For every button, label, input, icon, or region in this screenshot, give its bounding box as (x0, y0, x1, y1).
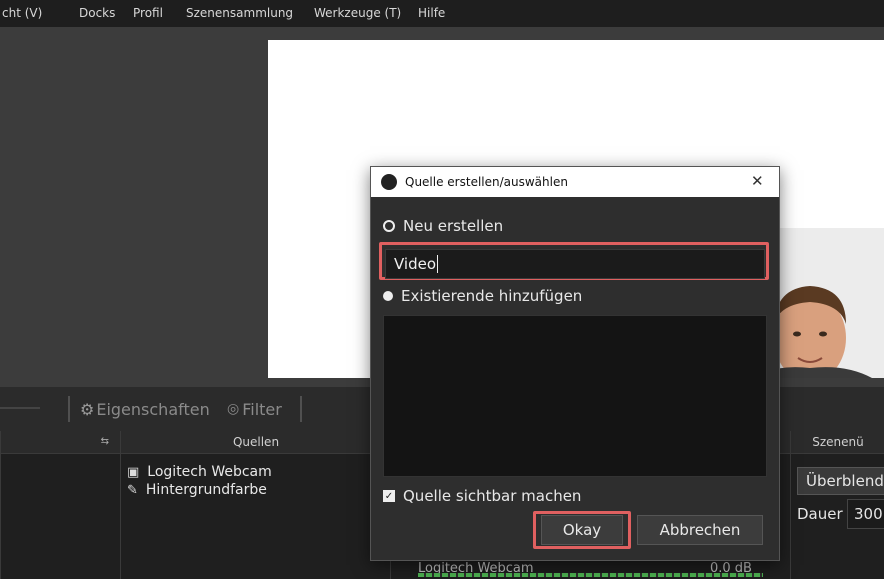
toolbar-separator (300, 396, 302, 422)
scenes-panel-header: ⇆ (1, 431, 121, 454)
dialog-title: Quelle erstellen/auswählen (405, 175, 568, 189)
text-cursor (437, 255, 439, 273)
filter-icon: ◎ (227, 401, 240, 417)
create-new-option[interactable]: Neu erstellen (383, 217, 503, 235)
menu-docks[interactable]: Docks (79, 6, 115, 20)
source-item-background-color[interactable]: ✎ Hintergrundfarbe (127, 482, 267, 498)
properties-button[interactable]: ⚙ Eigenschaften (80, 396, 210, 422)
filter-button[interactable]: ◎ Filter (227, 396, 282, 422)
dialog-titlebar: Quelle erstellen/auswählen ✕ (371, 167, 779, 197)
source-item-webcam[interactable]: ▣ Logitech Webcam (127, 464, 272, 480)
sources-panel: Quellen ▣ Logitech Webcam ✎ Hintergrundf… (120, 431, 391, 579)
transitions-panel-header: Szenenü (791, 431, 884, 454)
scenes-panel: ⇆ (0, 431, 121, 579)
menu-help[interactable]: Hilfe (418, 6, 445, 20)
menu-bar: cht (V) Docks Profil Szenensammlung Werk… (0, 0, 884, 27)
volume-meter (418, 573, 763, 577)
toolbar-separator (68, 396, 70, 422)
source-name-input[interactable]: Video (385, 249, 765, 279)
dock-undock-icon[interactable]: ⇆ (101, 431, 109, 453)
create-source-dialog: Quelle erstellen/auswählen ✕ Neu erstell… (370, 166, 780, 561)
radio-button-create-new[interactable] (383, 220, 395, 232)
menu-scene-collection[interactable]: Szenensammlung (186, 6, 293, 20)
checkbox-visible[interactable]: ✓ (383, 490, 395, 502)
close-icon[interactable]: ✕ (751, 172, 764, 190)
transitions-panel: Szenenü Überblend Dauer 300 (790, 431, 884, 579)
cancel-button[interactable]: Abbrechen (637, 515, 763, 545)
existing-sources-list[interactable] (383, 315, 767, 477)
add-existing-option[interactable]: Existierende hinzufügen (383, 287, 582, 305)
visible-checkbox-row[interactable]: ✓ Quelle sichtbar machen (383, 487, 581, 505)
menu-view[interactable]: cht (V) (2, 6, 42, 20)
menu-profile[interactable]: Profil (133, 6, 163, 20)
duration-input[interactable]: 300 (847, 499, 884, 529)
obs-logo-icon (381, 174, 397, 190)
transition-select[interactable]: Überblend (797, 467, 884, 495)
gear-icon: ⚙ (80, 399, 95, 419)
brush-icon: ✎ (127, 482, 138, 498)
mixer-channel: Logitech Webcam 0.0 dB (410, 559, 770, 579)
radio-button-add-existing[interactable] (383, 291, 393, 301)
menu-tools[interactable]: Werkzeuge (T) (314, 6, 401, 20)
sources-panel-header: Quellen (121, 431, 391, 454)
camera-icon: ▣ (127, 464, 140, 480)
duration-label: Dauer (797, 505, 843, 523)
toolbar-divider (0, 407, 40, 409)
highlight-okay-button (533, 511, 631, 549)
